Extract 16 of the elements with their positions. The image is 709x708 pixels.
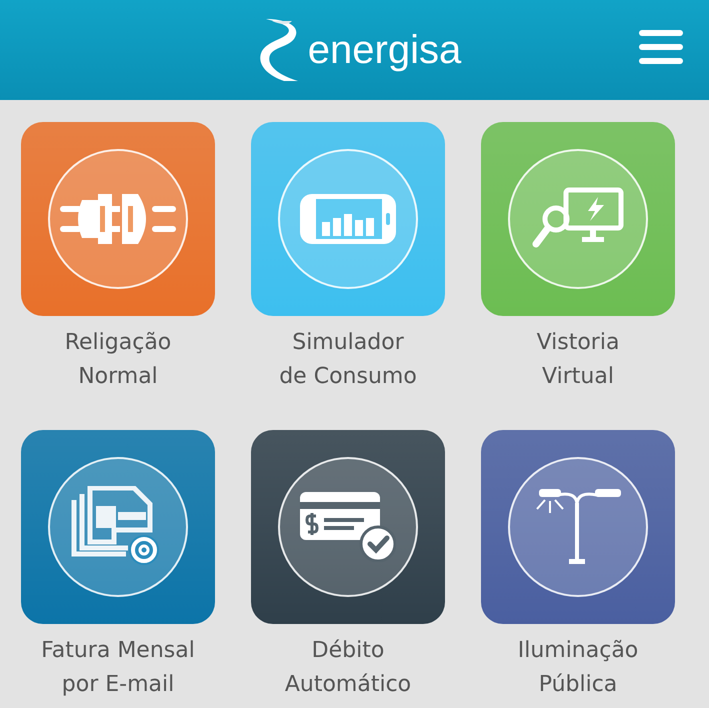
tile-button[interactable] bbox=[251, 122, 445, 316]
tile-label: Vistoria Virtual bbox=[536, 329, 620, 391]
menu-icon[interactable] bbox=[639, 30, 683, 64]
tile-button[interactable] bbox=[481, 430, 675, 624]
tile-label: Religação Normal bbox=[64, 329, 172, 391]
tile-label: Fatura Mensal por E-mail bbox=[41, 637, 195, 699]
tile-button[interactable] bbox=[21, 430, 215, 624]
tile-label: Débito Automático bbox=[284, 637, 412, 699]
card-check-icon bbox=[300, 492, 396, 562]
tile-label: Iluminação Pública bbox=[518, 637, 638, 699]
phone-chart-icon bbox=[300, 194, 396, 244]
tile-label: Simulador de Consumo bbox=[279, 329, 417, 391]
tile-button[interactable] bbox=[251, 430, 445, 624]
tile-button[interactable] bbox=[481, 122, 675, 316]
logo-text: energisa bbox=[308, 28, 462, 72]
tile-button[interactable] bbox=[21, 122, 215, 316]
